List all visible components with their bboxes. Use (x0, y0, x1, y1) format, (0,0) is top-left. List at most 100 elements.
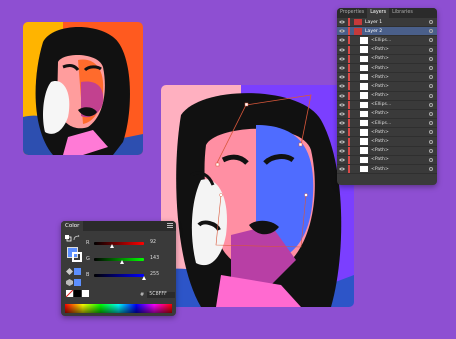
item-name: <Ellips... (371, 37, 392, 43)
item-thumbnail (360, 64, 368, 72)
item-name: <Path> (371, 129, 389, 135)
layer-item-row[interactable]: <Path> (337, 82, 437, 92)
visibility-eye-icon[interactable] (337, 119, 346, 127)
red-channel-value[interactable]: 92 (150, 240, 168, 246)
layer-item-row[interactable]: <Path> (337, 165, 437, 175)
layer-item-row[interactable]: <Path> (337, 45, 437, 55)
color-spectrum[interactable] (65, 304, 172, 313)
target-circle-icon[interactable] (429, 157, 433, 162)
visibility-eye-icon[interactable] (337, 165, 346, 173)
item-thumbnail (360, 138, 368, 145)
item-thumbnail (360, 119, 368, 127)
layer-item-row[interactable]: <Path> (337, 109, 437, 120)
layer-color-bar (348, 155, 350, 164)
target-circle-icon[interactable] (429, 66, 433, 71)
target-circle-icon[interactable] (429, 121, 433, 126)
item-name: <Path> (371, 139, 389, 145)
visibility-eye-icon[interactable] (337, 147, 346, 155)
tab-layers[interactable]: Layers (367, 8, 390, 18)
web-safe-cube-icon[interactable] (66, 279, 73, 286)
target-circle-icon[interactable] (429, 148, 433, 153)
target-circle-icon[interactable] (429, 139, 433, 144)
target-circle-icon[interactable] (429, 47, 433, 52)
target-circle-icon[interactable] (429, 102, 433, 107)
visibility-eye-icon[interactable] (337, 156, 346, 164)
layer-row-layer-1[interactable]: Layer 1 (337, 18, 437, 28)
item-thumbnail (360, 55, 368, 63)
visibility-eye-icon[interactable] (337, 138, 346, 146)
layer-thumbnail (354, 28, 362, 35)
red-slider-knob[interactable] (109, 243, 114, 248)
swap-fill-stroke-icon[interactable] (73, 235, 80, 242)
target-circle-icon[interactable] (429, 56, 433, 61)
item-name: <Path> (371, 148, 389, 154)
item-thumbnail (360, 165, 368, 173)
visibility-eye-icon[interactable] (337, 128, 346, 136)
layer-row-layer-2[interactable]: Layer 2 (337, 27, 437, 37)
visibility-eye-icon[interactable] (337, 18, 346, 26)
visibility-eye-icon[interactable] (337, 55, 346, 63)
blue-channel-slider[interactable] (94, 273, 146, 280)
panel-menu-icon[interactable] (167, 223, 173, 228)
item-thumbnail (360, 83, 368, 90)
blue-channel-value[interactable]: 255 (150, 272, 168, 278)
layer-item-row[interactable]: <Ellips... (337, 100, 437, 110)
layer-color-bar (348, 82, 350, 91)
target-circle-icon[interactable] (429, 167, 433, 172)
layer-color-bar (348, 18, 350, 27)
visibility-eye-icon[interactable] (337, 64, 346, 72)
layer-item-row[interactable]: <Path> (337, 128, 437, 138)
visibility-eye-icon[interactable] (337, 101, 346, 109)
visibility-eye-icon[interactable] (337, 82, 346, 90)
target-circle-icon[interactable] (429, 38, 433, 43)
tab-libraries[interactable]: Libraries (389, 8, 416, 18)
artwork-canvas[interactable] (161, 85, 354, 307)
target-circle-icon[interactable] (429, 111, 433, 116)
artwork-thumbnail[interactable] (23, 22, 143, 155)
layer-item-row[interactable]: <Path> (337, 155, 437, 165)
layer-color-bar (348, 54, 350, 63)
visibility-eye-icon[interactable] (337, 46, 346, 54)
visibility-eye-icon[interactable] (337, 92, 346, 100)
layer-item-row[interactable]: <Path> (337, 137, 437, 147)
layer-item-row[interactable]: <Path> (337, 73, 437, 83)
target-circle-icon[interactable] (429, 75, 433, 80)
stroke-swatch[interactable] (72, 252, 82, 262)
item-name: <Path> (371, 47, 389, 53)
layer-color-bar (348, 119, 350, 128)
tab-color[interactable]: Color (61, 221, 84, 231)
black-swatch[interactable] (74, 290, 81, 297)
visibility-eye-icon[interactable] (337, 110, 346, 118)
visibility-eye-icon[interactable] (337, 27, 346, 35)
layer-item-row[interactable]: <Ellips... (337, 119, 437, 129)
hex-row: # 5C8FFF (140, 292, 176, 298)
web-safe-swatch[interactable] (74, 279, 81, 286)
blue-slider-knob[interactable] (141, 275, 146, 280)
green-channel-value[interactable]: 143 (150, 256, 168, 262)
layer-color-bar (348, 45, 350, 54)
target-circle-icon[interactable] (429, 20, 433, 25)
none-color-icon[interactable] (66, 290, 73, 297)
item-thumbnail (360, 156, 368, 164)
target-circle-icon[interactable] (429, 93, 433, 98)
layer-item-row[interactable]: <Path> (337, 146, 437, 156)
visibility-eye-icon[interactable] (337, 73, 346, 81)
layer-item-row[interactable]: <Path> (337, 64, 437, 74)
layer-color-bar (348, 128, 350, 137)
default-fill-stroke-icon[interactable] (65, 235, 72, 242)
tab-properties[interactable]: Properties (337, 8, 367, 18)
layer-item-row[interactable]: <Ellips... (337, 36, 437, 46)
layer-item-row[interactable]: <Path> (337, 54, 437, 64)
target-circle-icon[interactable] (429, 130, 433, 135)
hex-input[interactable]: 5C8FFF (147, 292, 176, 298)
target-circle-icon[interactable] (429, 84, 433, 89)
closest-color-swatch[interactable] (74, 268, 81, 275)
layer-item-row[interactable]: <Path> (337, 91, 437, 101)
red-channel-slider[interactable] (94, 241, 144, 248)
green-channel-slider[interactable] (94, 257, 144, 264)
green-slider-knob[interactable] (119, 259, 124, 264)
out-of-gamut-warning-icon[interactable] (66, 268, 73, 275)
white-swatch[interactable] (82, 290, 89, 297)
target-circle-icon[interactable] (429, 29, 433, 34)
visibility-eye-icon[interactable] (337, 36, 346, 44)
